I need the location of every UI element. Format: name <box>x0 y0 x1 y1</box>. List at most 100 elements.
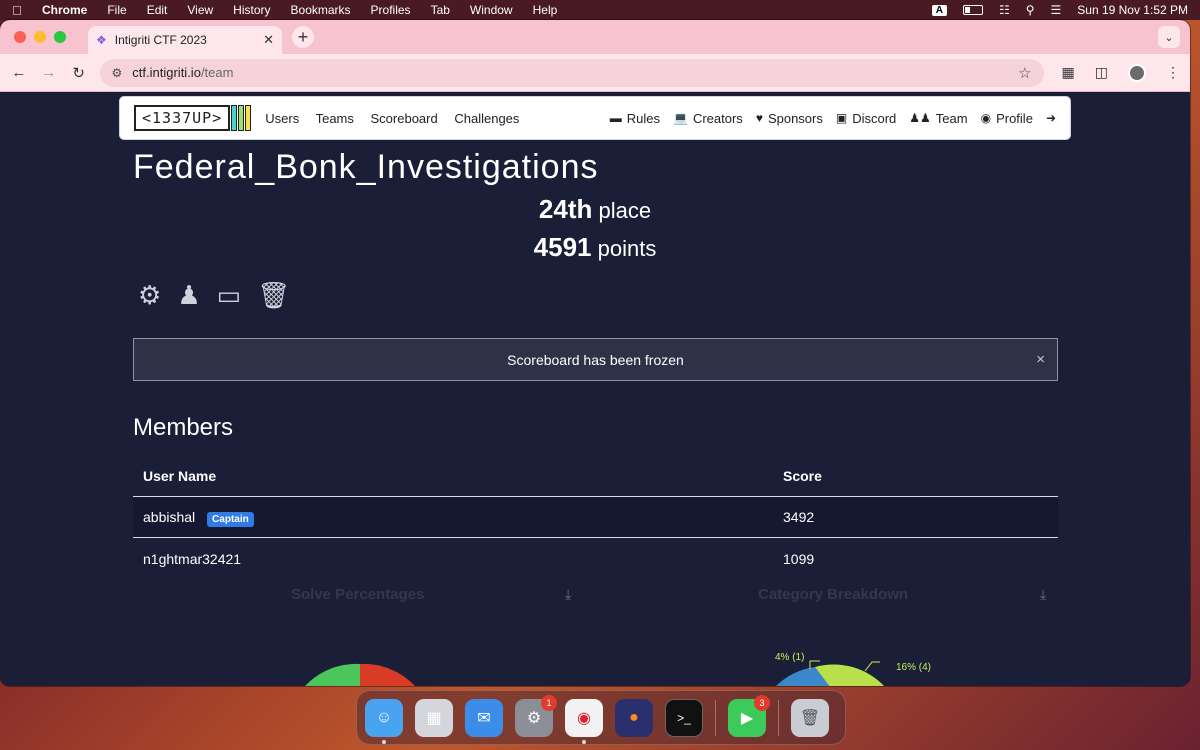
window-controls <box>14 31 66 43</box>
nav-link-users[interactable]: Users <box>265 111 299 126</box>
col-header-username: User Name <box>143 468 217 484</box>
alert-close-icon[interactable]: × <box>1036 351 1045 368</box>
member-name-link[interactable]: n1ghtmar32421 <box>143 551 241 567</box>
sign-out-icon: ➜ <box>1045 111 1056 125</box>
place-label: place <box>598 198 652 223</box>
trash-icon[interactable]: 🗑 <box>791 698 829 737</box>
running-indicator <box>382 739 386 744</box>
side-panel-icon[interactable]: ◫ <box>1095 64 1108 81</box>
site-info-icon[interactable]: ⚙ <box>112 66 123 80</box>
menu-window[interactable]: Window <box>470 3 513 17</box>
more-menu-icon[interactable]: ⋮ <box>1166 64 1180 81</box>
intigriti-favicon-icon: ❖ <box>96 33 107 47</box>
delete-trash-icon[interactable]: 🗑 <box>257 280 290 311</box>
menu-tab[interactable]: Tab <box>431 3 450 17</box>
nav-link-sponsors[interactable]: ♥ Sponsors <box>756 111 823 126</box>
nav-link-team[interactable]: ♟♟ Team <box>909 111 967 126</box>
back-arrow-icon[interactable]: ← <box>10 64 28 81</box>
team-place: 24th place <box>0 194 1190 225</box>
team-actions: ⚙ ♟ ▭ 🗑 <box>138 280 290 311</box>
menu-history[interactable]: History <box>233 3 270 17</box>
members-table: User Name Score abbishal Captain 3492 n1… <box>133 456 1058 579</box>
browser-tab-active[interactable]: ❖ Intigriti CTF 2023 ✕ <box>88 26 282 54</box>
user-tag-captain-icon[interactable]: ♟ <box>177 280 200 311</box>
launchpad-icon[interactable]: ▦ <box>415 698 453 737</box>
system-settings-icon[interactable]: ⚙ 1 <box>515 694 557 737</box>
zoom-window-button[interactable] <box>54 31 66 43</box>
users-icon: ♟♟ <box>909 111 931 125</box>
mail-icon[interactable]: ✉ <box>465 698 503 737</box>
menu-clock[interactable]: Sun 19 Nov 1:52 PM <box>1077 3 1188 17</box>
logo-text: <1337UP> <box>134 105 231 131</box>
member-name-link[interactable]: abbishal <box>143 509 195 525</box>
profile-avatar[interactable] <box>1128 63 1146 82</box>
menu-file[interactable]: File <box>107 3 126 17</box>
new-tab-button[interactable]: + <box>292 26 314 48</box>
finder-icon[interactable]: ☺ <box>365 698 403 744</box>
nav-link-challenges[interactable]: Challenges <box>454 111 519 126</box>
table-row: n1ghtmar32421 1099 <box>133 538 1058 579</box>
forward-arrow-icon[interactable]: → <box>40 64 58 81</box>
nav-link-teams[interactable]: Teams <box>316 111 354 126</box>
scoreboard-frozen-alert: Scoreboard has been frozen × <box>133 338 1058 381</box>
address-bar[interactable]: ⚙ ctf.intigriti.io /team ☆ <box>99 58 1044 87</box>
page-content: <1337UP> Users Teams Scoreboard Challeng… <box>0 92 1190 686</box>
bookmark-star-icon[interactable]: ☆ <box>1018 64 1031 82</box>
table-header-row: User Name Score <box>133 456 1058 497</box>
menu-profiles[interactable]: Profiles <box>371 3 411 17</box>
url-path: /team <box>200 65 234 80</box>
running-indicator <box>582 739 586 744</box>
spotlight-search-icon[interactable]: ⚲ <box>1026 3 1035 17</box>
logo-stripe <box>245 105 252 131</box>
logout-button[interactable]: ➜ <box>1046 111 1056 125</box>
close-window-button[interactable] <box>14 31 26 43</box>
solve-percentages-title: Solve Percentages <box>291 586 425 603</box>
minimize-window-button[interactable] <box>34 31 46 43</box>
nav-label-creators: Creators <box>692 110 743 126</box>
team-name-heading: Federal_Bonk_Investigations <box>133 148 599 186</box>
site-logo[interactable]: <1337UP> <box>134 102 252 134</box>
logo-stripe <box>231 105 238 131</box>
menu-bookmarks[interactable]: Bookmarks <box>291 3 351 17</box>
menu-view[interactable]: View <box>187 3 213 17</box>
extensions-puzzle-icon[interactable]: ▦ <box>1062 64 1075 81</box>
place-value: 24th <box>538 194 593 224</box>
nav-link-rules[interactable]: ▬ Rules <box>610 111 660 126</box>
facetime-badge: 3 <box>754 694 770 711</box>
tab-title: Intigriti CTF 2023 <box>114 33 207 47</box>
terminal-icon[interactable]: >_ <box>665 698 703 737</box>
nav-label-rules: Rules <box>626 110 660 126</box>
nav-link-profile[interactable]: ◉ Profile <box>981 111 1033 126</box>
download-solve-chart-icon[interactable]: ⤓ <box>565 586 571 603</box>
menu-help[interactable]: Help <box>533 3 558 17</box>
facetime-icon[interactable]: ▶ 3 <box>728 694 770 737</box>
heart-icon: ♥ <box>755 111 763 125</box>
apple-icon[interactable]:  <box>12 3 28 18</box>
wifi-icon[interactable]: ☷ <box>999 3 1010 17</box>
solve-percentages-pie <box>305 663 415 686</box>
nav-link-discord[interactable]: ▣ Discord <box>836 111 896 126</box>
input-source-indicator[interactable]: A <box>931 4 947 16</box>
user-circle-icon: ◉ <box>980 111 992 125</box>
points-label: points <box>597 236 657 261</box>
menu-app-name[interactable]: Chrome <box>42 3 87 17</box>
battery-icon[interactable] <box>962 5 983 15</box>
control-center-icon[interactable]: ☰ <box>1051 3 1062 17</box>
reload-icon[interactable]: ↻ <box>70 64 88 82</box>
nav-link-scoreboard[interactable]: Scoreboard <box>371 111 438 126</box>
team-settings-gears-icon[interactable]: ⚙ <box>138 280 161 311</box>
menu-edit[interactable]: Edit <box>147 3 168 17</box>
member-name-cell: abbishal Captain <box>133 509 783 527</box>
tab-search-chevron-icon[interactable]: ⌄ <box>1158 26 1180 48</box>
download-category-chart-icon[interactable]: ⤓ <box>1040 586 1046 603</box>
team-points: 4591 points <box>0 232 1190 263</box>
tab-close-icon[interactable]: ✕ <box>263 32 274 48</box>
settings-badge: 1 <box>541 694 557 711</box>
nav-label-discord: Discord <box>852 110 897 126</box>
chrome-icon[interactable]: ◉ <box>565 698 603 744</box>
col-header-score: Score <box>783 468 822 484</box>
firefox-icon[interactable]: ● <box>615 698 653 737</box>
dock-separator <box>715 699 716 736</box>
nav-link-creators[interactable]: 💻 Creators <box>673 111 743 126</box>
invite-ticket-icon[interactable]: ▭ <box>217 280 242 311</box>
